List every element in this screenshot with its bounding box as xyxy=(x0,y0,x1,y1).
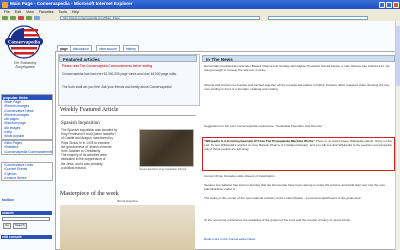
sidebar-site-links: New Pages Statistics Conservapedia Comma… xyxy=(1,140,53,155)
news-item: Suggestion for the next Conservapedia co… xyxy=(204,124,324,128)
go-button[interactable]: Go xyxy=(3,223,12,229)
back-icon[interactable] xyxy=(2,16,8,20)
menu-favorites[interactable]: Favorites xyxy=(39,10,54,14)
menu-tools[interactable]: Tools xyxy=(59,10,67,14)
sidebar-popular-links: popular links Main Page Recent changes C… xyxy=(1,94,53,140)
window-title: Main Page - Conservapedia - Microsoft In… xyxy=(10,1,133,6)
more-news-link[interactable]: Read more in the Conservative News xyxy=(204,237,255,241)
featured-line-3: The truth shall set you free. Ask your f… xyxy=(62,85,172,89)
news-item: Senator Joe Salazar has said on Sunday t… xyxy=(204,183,385,192)
news-item: Across China, Decades-wide dissent of Ce… xyxy=(204,174,276,178)
sidebar-search-input[interactable] xyxy=(2,217,50,221)
featured-articles-heading: Featured articles xyxy=(59,55,197,62)
highlight-text: "Wikipedia Is A Growing Example Of How T… xyxy=(204,139,393,169)
logo-tagline: The Trustworthy Encyclopedia xyxy=(13,61,37,69)
toolbar-search-input[interactable] xyxy=(268,16,368,20)
sidebar-conservative-links: Conservative Links Current Events Opinio… xyxy=(1,162,53,182)
featured-line-2: Conservapedia has had over 52,000,000 pa… xyxy=(62,72,177,76)
refresh-icon[interactable] xyxy=(26,16,32,20)
sidebar-item-lecture-series[interactable]: Lecture Series xyxy=(2,176,52,180)
featured-line-1[interactable]: Please read The Conservapedia Commandmen… xyxy=(62,64,152,68)
conservapedia-logo[interactable]: Conservapedia xyxy=(3,24,45,66)
divider xyxy=(60,115,196,116)
svg-text:Conservapedia: Conservapedia xyxy=(8,41,40,46)
inquisition-painting-image[interactable] xyxy=(139,129,194,167)
weekly-article-text: The Spanish Inquisition was founded by K… xyxy=(61,128,137,170)
news-item: At the upcoming conference the speaking … xyxy=(204,218,351,222)
stop-icon[interactable] xyxy=(18,16,24,20)
news-item: Obama and Karzai met Sunday and pitched … xyxy=(204,83,390,92)
news-item: Democratic presidential contender Barack… xyxy=(204,64,390,73)
masterpiece-caption: Bernd Angelina xyxy=(117,199,138,203)
close-button[interactable] xyxy=(393,1,399,8)
search-button[interactable]: Search xyxy=(13,223,27,229)
article-line: a political tribunal. xyxy=(61,165,87,170)
scrollbar-thumb[interactable] xyxy=(395,26,400,86)
menu-view[interactable]: View xyxy=(26,10,34,14)
spanish-inquisition-heading: Spanish Inquisition xyxy=(61,121,100,126)
featured-line: Please read The Conservapedia Commandmen… xyxy=(62,64,196,68)
forward-icon[interactable] xyxy=(10,16,16,20)
address-bar[interactable]: http://www.conservapedia.com/Main_Page xyxy=(60,16,260,20)
home-icon[interactable] xyxy=(34,16,40,20)
menu-file[interactable]: File xyxy=(4,10,10,14)
edit-console-heading: edit console xyxy=(1,235,52,239)
sidebar-item-most-popular[interactable]: Most popular xyxy=(2,134,52,138)
in-the-news-heading: In The News xyxy=(202,55,395,62)
menu-help[interactable]: Help xyxy=(72,10,79,14)
maximize-button[interactable] xyxy=(386,1,392,8)
masterpiece-heading: Masterpiece of the week xyxy=(60,191,119,197)
sidebar-item-commandments[interactable]: Conservapedia Commandments xyxy=(2,150,52,154)
minimize-button[interactable] xyxy=(379,1,385,8)
browser-app-icon xyxy=(2,1,8,8)
search-heading: search xyxy=(1,211,52,215)
masterpiece-image[interactable] xyxy=(60,205,195,250)
toolbox-label: toolbox xyxy=(2,198,14,202)
news-item: The turkey is the center of the new nati… xyxy=(204,196,362,200)
window-title-bar: Main Page - Conservapedia - Microsoft In… xyxy=(0,0,400,9)
painting-caption: Goya's depiction of an Inquisition tribu… xyxy=(139,168,187,171)
weekly-featured-heading: Weekly Featured Article xyxy=(60,107,119,113)
menu-edit[interactable]: Edit xyxy=(15,10,21,14)
